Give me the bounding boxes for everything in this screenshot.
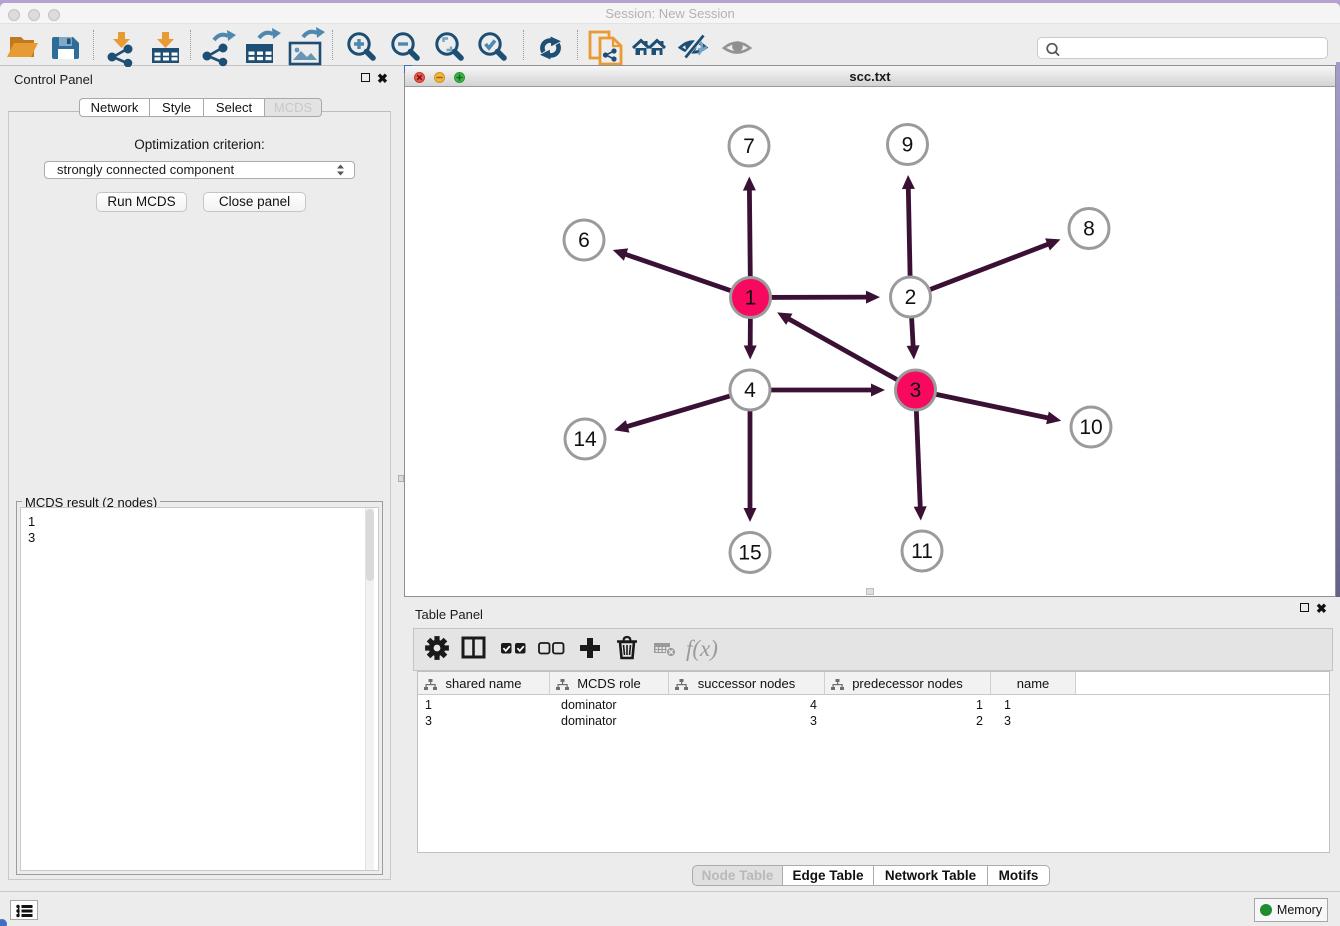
svg-text:8: 8 [1083, 218, 1095, 241]
svg-text:10: 10 [1079, 416, 1102, 439]
svg-text:2: 2 [905, 286, 917, 309]
svg-text:3: 3 [910, 379, 922, 402]
svg-text:14: 14 [573, 428, 597, 451]
svg-text:1: 1 [745, 287, 757, 310]
svg-text:11: 11 [911, 540, 933, 563]
svg-text:6: 6 [578, 229, 590, 252]
svg-text:7: 7 [743, 135, 755, 158]
svg-text:f(x): f(x) [686, 636, 718, 661]
svg-text:4: 4 [744, 379, 756, 402]
svg-text:9: 9 [902, 134, 914, 157]
svg-text:15: 15 [738, 542, 761, 565]
